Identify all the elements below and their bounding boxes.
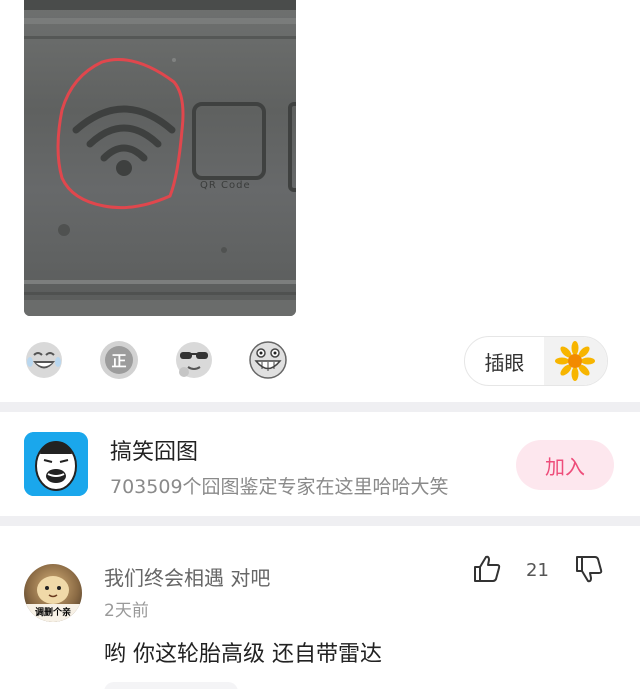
section-divider	[0, 402, 640, 412]
reply-preview[interactable]	[104, 682, 238, 689]
group-name[interactable]: 搞笑囧图	[110, 434, 198, 466]
insert-eye-button[interactable]: 插眼	[464, 336, 608, 386]
section-divider	[0, 516, 640, 526]
reaction-bar: 正 插眼	[0, 330, 640, 392]
laughing-face-icon[interactable]	[24, 340, 64, 380]
avatar[interactable]: 调删个亲	[24, 564, 82, 622]
group-avatar[interactable]	[24, 432, 88, 496]
like-count: 21	[526, 560, 549, 581]
avatar-caption: 调删个亲	[34, 608, 71, 618]
zheng-badge-icon[interactable]: 正	[99, 340, 139, 380]
sunglasses-face-icon[interactable]	[174, 340, 214, 380]
qr-code-caption: QR Code	[200, 180, 251, 191]
thumbs-up-icon[interactable]	[472, 554, 502, 584]
comment-item: 调删个亲 我们终会相遇 对吧 2天前 哟 你这轮胎高级 还自带雷达 21	[0, 526, 640, 689]
group-card[interactable]: 搞笑囧图 703509个囧图鉴定专家在这里哈哈大笑 加入	[0, 414, 640, 516]
sunflower-icon	[543, 337, 607, 385]
thumbs-down-icon[interactable]	[574, 554, 604, 584]
post-image[interactable]: QR Code	[24, 0, 296, 316]
grinning-face-icon[interactable]	[248, 340, 288, 380]
svg-text:正: 正	[111, 352, 126, 370]
comment-timestamp: 2天前	[104, 601, 149, 621]
comment-text: 哟 你这轮胎高级 还自带雷达	[104, 642, 382, 667]
insert-eye-label: 插眼	[484, 350, 525, 375]
comment-username[interactable]: 我们终会相遇 对吧	[104, 562, 270, 591]
group-description: 703509个囧图鉴定专家在这里哈哈大笑	[110, 476, 449, 498]
join-button[interactable]: 加入	[516, 440, 614, 490]
